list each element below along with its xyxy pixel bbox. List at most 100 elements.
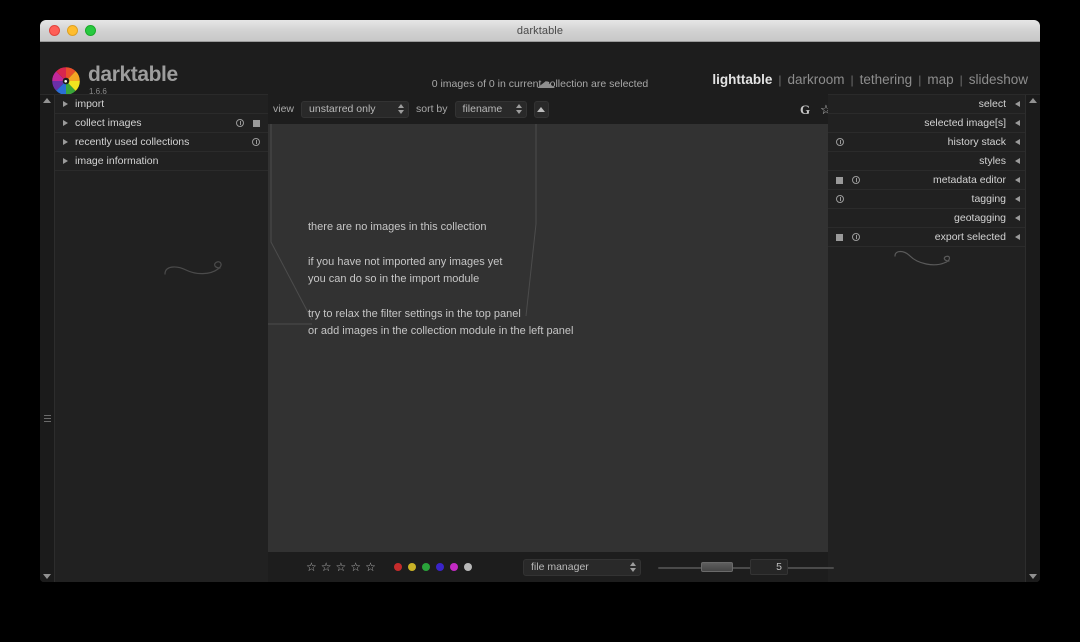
right-panel-scrollbar[interactable] <box>1025 95 1040 582</box>
module-label: select <box>978 98 1006 110</box>
view-link-tethering[interactable]: tethering <box>860 72 913 87</box>
expand-triangle-icon[interactable] <box>1015 101 1020 107</box>
reset-parameters-icon[interactable] <box>852 233 860 241</box>
left-panel: import collect images recently used coll… <box>40 94 268 582</box>
module-image-information[interactable]: image information <box>55 152 268 171</box>
view-filter-select[interactable]: unstarred only <box>301 100 410 118</box>
lighttable-center-view[interactable]: there are no images in this collection i… <box>268 124 828 552</box>
top-header-bar: darktable 1.6.6 0 images of 0 in current… <box>40 42 1040 96</box>
star-4-icon[interactable]: ☆ <box>350 561 361 573</box>
window-controls[interactable] <box>49 25 96 36</box>
scrollbar-grip[interactable] <box>44 415 51 423</box>
module-label: import <box>75 98 105 110</box>
color-label-green-icon[interactable] <box>421 563 430 571</box>
reset-parameters-icon[interactable] <box>836 195 844 203</box>
module-actions[interactable] <box>836 233 860 241</box>
nav-separator: | <box>778 72 782 87</box>
presets-menu-icon[interactable] <box>836 176 843 184</box>
window-titlebar[interactable]: darktable <box>40 20 1040 42</box>
expand-triangle-icon[interactable] <box>1015 234 1020 240</box>
slider-track[interactable] <box>658 567 834 569</box>
module-metadata-editor[interactable]: metadata editor <box>828 171 1025 190</box>
module-label: geotagging <box>954 212 1006 224</box>
close-window-button[interactable] <box>49 25 60 36</box>
expand-triangle-icon[interactable] <box>63 101 68 107</box>
expand-triangle-icon[interactable] <box>1015 196 1020 202</box>
module-label: tagging <box>971 193 1006 205</box>
module-export-selected[interactable]: export selected <box>828 228 1025 247</box>
module-tagging[interactable]: tagging <box>828 190 1025 209</box>
star-5-icon[interactable]: ☆ <box>365 561 376 573</box>
grouping-icon[interactable]: G <box>800 103 810 116</box>
maximize-window-button[interactable] <box>85 25 96 36</box>
scroll-down-icon[interactable] <box>43 574 51 579</box>
sort-direction-button[interactable] <box>533 100 549 118</box>
minimize-window-button[interactable] <box>67 25 78 36</box>
color-label-purple-icon[interactable] <box>449 563 458 571</box>
rating-filter-stars[interactable]: ☆ ☆ ☆ ☆ ☆ <box>306 561 376 573</box>
module-recently-used-collections[interactable]: recently used collections <box>55 133 268 152</box>
color-label-yellow-icon[interactable] <box>407 563 416 571</box>
module-actions[interactable] <box>236 119 260 127</box>
empty-message-line-1: there are no images in this collection <box>308 221 487 233</box>
scroll-up-icon[interactable] <box>1029 98 1037 103</box>
sort-by-select[interactable]: filename <box>454 100 527 118</box>
module-actions[interactable] <box>836 195 844 203</box>
view-link-slideshow[interactable]: slideshow <box>969 72 1028 87</box>
color-label-blue-icon[interactable] <box>435 563 444 571</box>
right-module-list: select selected image[s] history stack s… <box>828 95 1025 247</box>
expand-triangle-icon[interactable] <box>1015 177 1020 183</box>
chevron-updown-icon[interactable] <box>630 562 636 572</box>
expand-triangle-icon[interactable] <box>1015 120 1020 126</box>
reset-parameters-icon[interactable] <box>836 138 844 146</box>
module-actions[interactable] <box>252 138 260 146</box>
scroll-down-icon[interactable] <box>1029 574 1037 579</box>
module-styles[interactable]: styles <box>828 152 1025 171</box>
window-title: darktable <box>516 24 564 37</box>
star-3-icon[interactable]: ☆ <box>336 561 347 573</box>
star-2-icon[interactable]: ☆ <box>321 561 332 573</box>
star-1-icon[interactable]: ☆ <box>306 561 317 573</box>
expand-triangle-icon[interactable] <box>1015 215 1020 221</box>
color-label-gray-icon[interactable] <box>463 563 472 571</box>
color-label-filters[interactable] <box>393 563 472 571</box>
left-panel-scrollbar[interactable] <box>40 95 55 582</box>
scroll-up-icon[interactable] <box>43 98 51 103</box>
decorative-flourish <box>894 250 951 266</box>
view-link-darkroom[interactable]: darkroom <box>788 72 845 87</box>
expand-triangle-icon[interactable] <box>1015 158 1020 164</box>
layout-mode-select[interactable]: file manager <box>523 558 641 576</box>
view-link-lighttable[interactable]: lighttable <box>712 72 772 87</box>
slider-knob[interactable] <box>701 562 733 572</box>
reset-parameters-icon[interactable] <box>252 138 260 146</box>
module-import[interactable]: import <box>55 95 268 114</box>
empty-message-line-2: if you have not imported any images yet … <box>308 256 503 286</box>
presets-menu-icon[interactable] <box>836 233 843 241</box>
right-panel: select selected image[s] history stack s… <box>828 94 1040 582</box>
thumbnail-zoom-slider[interactable] <box>658 560 834 574</box>
top-panel-collapse-arrow[interactable] <box>537 81 555 88</box>
empty-collection-message: there are no images in this collection i… <box>308 219 573 340</box>
chevron-updown-icon[interactable] <box>515 104 522 114</box>
module-label: collect images <box>75 117 142 129</box>
module-label: styles <box>979 155 1006 167</box>
expand-triangle-icon[interactable] <box>1015 139 1020 145</box>
color-label-red-icon[interactable] <box>393 563 402 571</box>
module-actions[interactable] <box>836 138 844 146</box>
thumbnails-per-row-value[interactable]: 5 <box>750 559 788 575</box>
expand-triangle-icon[interactable] <box>63 158 68 164</box>
module-selected-images[interactable]: selected image[s] <box>828 114 1025 133</box>
view-navigation[interactable]: lighttable | darkroom | tethering | map … <box>712 72 1028 87</box>
expand-triangle-icon[interactable] <box>63 139 68 145</box>
view-link-map[interactable]: map <box>927 72 953 87</box>
module-actions[interactable] <box>836 176 860 184</box>
module-select[interactable]: select <box>828 95 1025 114</box>
module-history-stack[interactable]: history stack <box>828 133 1025 152</box>
reset-parameters-icon[interactable] <box>236 119 244 127</box>
presets-menu-icon[interactable] <box>253 119 260 127</box>
chevron-updown-icon[interactable] <box>398 104 405 114</box>
module-collect-images[interactable]: collect images <box>55 114 268 133</box>
expand-triangle-icon[interactable] <box>63 120 68 126</box>
reset-parameters-icon[interactable] <box>852 176 860 184</box>
module-geotagging[interactable]: geotagging <box>828 209 1025 228</box>
